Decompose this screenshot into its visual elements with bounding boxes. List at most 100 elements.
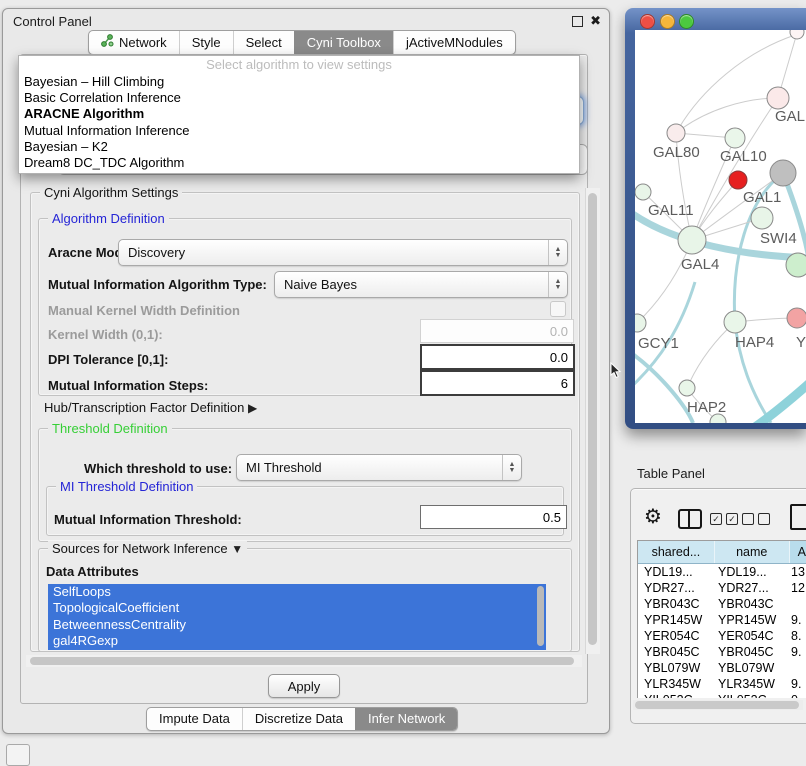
kernel-width-field[interactable]: 0.0 — [420, 319, 574, 343]
split-panel-icon[interactable] — [678, 509, 702, 529]
settings-vertical-scroll-thumb[interactable] — [588, 193, 597, 645]
tab-select-label: Select — [246, 35, 282, 50]
tab-discretize-data[interactable]: Discretize Data — [242, 708, 355, 730]
checked-box-icon: ✓ — [710, 513, 722, 525]
mi-threshold-field[interactable]: 0.5 — [420, 505, 567, 529]
dpi-tolerance-label: DPI Tolerance [0,1]: — [48, 352, 168, 367]
table-row[interactable]: YPR145WYPR145W9. — [638, 612, 806, 628]
network-canvas[interactable]: GAL GAL80 GAL10 GAL1 GAL11 GAL4 SWI4 GCY… — [635, 30, 806, 423]
mi-type-label: Mutual Information Algorithm Type: — [48, 277, 267, 292]
table-horizontal-scroll-thumb[interactable] — [635, 701, 799, 709]
tab-infer-network[interactable]: Infer Network — [355, 708, 457, 730]
bottom-tabbar: Impute Data Discretize Data Infer Networ… — [146, 707, 458, 731]
tab-impute-data[interactable]: Impute Data — [147, 708, 242, 730]
tab-network-label: Network — [119, 35, 167, 50]
table-horizontal-scrollbar[interactable] — [633, 700, 803, 710]
which-threshold-combo[interactable]: MI Threshold ▲▼ — [236, 454, 522, 481]
list-vertical-scroll-thumb[interactable] — [537, 586, 544, 646]
tab-network[interactable]: Network — [89, 31, 179, 54]
list-item[interactable]: SelfLoops — [48, 584, 546, 600]
node-hap4[interactable] — [724, 311, 746, 333]
menu-item[interactable]: Basic Correlation Inference — [19, 90, 579, 106]
table-row[interactable]: YDL19...YDL19...13 — [638, 564, 806, 580]
tab-cyni-label: Cyni Toolbox — [307, 35, 381, 50]
minimize-traffic-light[interactable] — [660, 14, 675, 29]
list-item[interactable]: TopologicalCoefficient — [48, 600, 546, 616]
column-header-partial[interactable]: A — [790, 541, 806, 563]
table-panel-title: Table Panel — [637, 466, 705, 481]
mi-steps-field[interactable]: 6 — [420, 370, 575, 396]
sources-toggle[interactable]: Sources for Network Inference ▼ — [48, 541, 247, 556]
node-label: GAL4 — [681, 256, 719, 273]
mi-type-value: Naive Bayes — [275, 277, 548, 292]
table-row[interactable]: YBR045CYBR045C9. — [638, 644, 806, 660]
table-row[interactable]: YDR27...YDR27...12 — [638, 580, 806, 596]
sources-title: Sources for Network Inference — [52, 541, 228, 556]
node-hap2[interactable] — [679, 380, 695, 396]
table-row[interactable]: YLR345WYLR345W9. — [638, 676, 806, 692]
settings-horizontal-scrollbar[interactable] — [26, 655, 582, 667]
tab-style-label: Style — [192, 35, 221, 50]
menu-item[interactable]: Bayesian – K2 — [19, 139, 579, 155]
threshold-definition-title: Threshold Definition — [48, 421, 172, 436]
node-gal11[interactable] — [635, 184, 651, 200]
combo-arrows-icon: ▲▼ — [502, 455, 521, 480]
list-item[interactable]: BetweennessCentrality — [48, 617, 546, 633]
column-header-shared-name[interactable]: shared... — [638, 541, 715, 563]
column-header-name[interactable]: name — [715, 541, 790, 563]
table-row[interactable]: YIL052CYIL052C0. — [638, 692, 806, 698]
gear-icon[interactable]: ⚙ — [644, 504, 662, 529]
mi-type-combo[interactable]: Naive Bayes ▲▼ — [274, 271, 568, 298]
menu-item-selected[interactable]: ARACNE Algorithm — [19, 106, 579, 122]
select-all-icon[interactable]: ✓✓ — [710, 513, 738, 525]
data-attributes-list: SelfLoops TopologicalCoefficient Between… — [48, 584, 546, 650]
window-title: Control Panel — [13, 14, 92, 29]
apply-button[interactable]: Apply — [268, 674, 340, 698]
node-label: Y — [796, 334, 806, 351]
tab-cyni-toolbox[interactable]: Cyni Toolbox — [294, 31, 393, 54]
float-window-icon[interactable] — [572, 16, 583, 27]
aracne-mode-combo[interactable]: Discovery ▲▼ — [118, 239, 568, 266]
mi-threshold-definition-title: MI Threshold Definition — [56, 479, 197, 494]
node-gcy1[interactable] — [635, 314, 646, 332]
node-gray[interactable] — [770, 160, 796, 186]
manual-kernel-checkbox[interactable] — [550, 301, 566, 317]
zoom-traffic-light[interactable] — [679, 14, 694, 29]
node-gal4[interactable] — [678, 226, 706, 254]
settings-horizontal-scroll-thumb[interactable] — [30, 657, 574, 665]
manual-kernel-label: Manual Kernel Width Definition — [48, 303, 240, 318]
unselect-all-icon[interactable] — [742, 513, 770, 525]
tab-jactivemnodules[interactable]: jActiveMNodules — [393, 31, 515, 54]
settings-vertical-scrollbar[interactable] — [585, 188, 600, 654]
node-gal80[interactable] — [667, 124, 685, 142]
node-gal1[interactable] — [751, 207, 773, 229]
unchecked-box-icon — [758, 513, 770, 525]
menu-item[interactable]: Bayesian – Hill Climbing — [19, 74, 579, 90]
hub-definition-toggle[interactable]: Hub/Transcription Factor Definition ▶ — [44, 400, 257, 415]
close-traffic-light[interactable] — [640, 14, 655, 29]
disclosure-down-icon[interactable]: ▼ — [231, 542, 243, 556]
dpi-tolerance-field[interactable]: 0.0 — [420, 344, 575, 370]
document-icon[interactable] — [790, 504, 806, 530]
table-row[interactable]: YBR043CYBR043C — [638, 596, 806, 612]
node-swi4[interactable] — [786, 253, 806, 277]
table-row[interactable]: YBL079WYBL079W — [638, 660, 806, 676]
mi-threshold-label: Mutual Information Threshold: — [54, 512, 242, 527]
table-row[interactable]: YER054CYER054C8. — [638, 628, 806, 644]
node-salmon[interactable] — [787, 308, 806, 328]
list-item[interactable]: gal4RGexp — [48, 633, 546, 649]
close-window-icon[interactable]: ✖ — [590, 13, 601, 29]
tab-select[interactable]: Select — [233, 31, 294, 54]
mini-button-partial[interactable] — [6, 744, 30, 766]
node-label: GAL80 — [653, 144, 700, 161]
node-red-selected[interactable] — [729, 171, 747, 189]
network-icon — [101, 34, 114, 50]
tab-style[interactable]: Style — [179, 31, 233, 54]
node-gal10[interactable] — [725, 128, 745, 148]
menu-item[interactable]: Dream8 DC_TDC Algorithm — [19, 155, 579, 171]
node[interactable] — [767, 87, 789, 109]
node-label: HAP2 — [687, 399, 726, 416]
node[interactable] — [790, 30, 804, 39]
menu-item[interactable]: Mutual Information Inference — [19, 123, 579, 139]
disclosure-right-icon[interactable]: ▶ — [248, 401, 257, 415]
